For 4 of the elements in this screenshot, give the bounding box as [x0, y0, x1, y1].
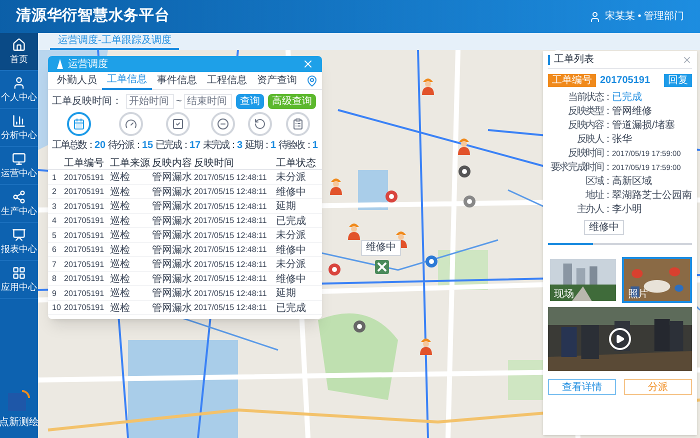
user-name[interactable]: 宋某某 • 管理部门: [604, 9, 684, 24]
sidebar-item[interactable]: 首页: [0, 33, 38, 71]
platform-title: 清源华衍智慧水务平台: [16, 6, 170, 26]
logo-text: 点新测绘: [0, 416, 39, 430]
